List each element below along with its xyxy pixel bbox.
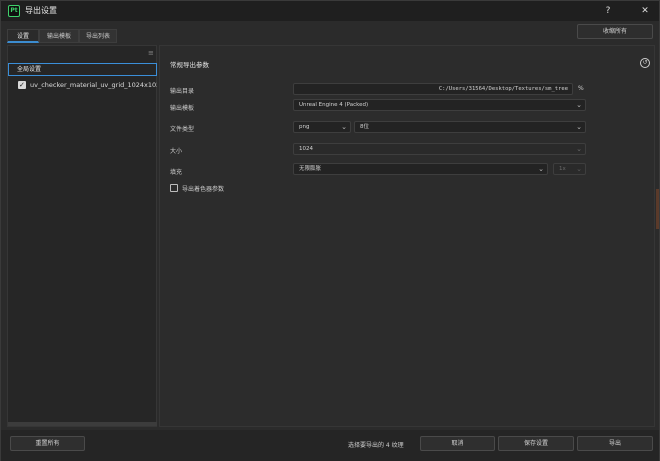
collapse-all-button[interactable]: 收缩所有: [577, 24, 653, 39]
padding-value: 无限膨胀: [299, 166, 322, 172]
help-button[interactable]: ?: [601, 4, 615, 18]
reset-icon[interactable]: ↺: [640, 58, 650, 68]
settings-panel: 常规导出参数 ↺ 输出目录 C:/Users/31564/Desktop/Tex…: [159, 45, 655, 427]
chevron-down-icon: ⌄: [538, 165, 544, 173]
tab-export-list[interactable]: 导出列表: [79, 29, 117, 43]
export-settings-window: Pt 导出设置 ? ✕ 设置 输出模板 导出列表 收缩所有 ≡ 全局设置 uv_…: [0, 0, 660, 461]
chevron-down-icon: ⌄: [576, 123, 582, 131]
filter-icon[interactable]: ≡: [148, 49, 154, 57]
chevron-down-icon: ⌄: [341, 123, 347, 131]
bit-depth-value: 8位: [360, 124, 369, 130]
padding-select[interactable]: 无限膨胀 ⌄: [293, 163, 548, 175]
export-shader-params-row[interactable]: 导出着色器参数: [170, 183, 224, 195]
output-template-value: Unreal Engine 4 (Packed): [299, 102, 369, 108]
tree-item-global-settings[interactable]: 全局设置: [8, 63, 157, 76]
output-dir-field[interactable]: C:/Users/31564/Desktop/Textures/sm_tree: [293, 83, 573, 95]
size-value: 1024: [299, 146, 313, 152]
texture-set-panel: ≡ 全局设置 uv_checker_material_uv_grid_1024x…: [7, 45, 157, 427]
tab-output-templates[interactable]: 输出模板: [39, 29, 79, 43]
chevron-down-icon: ⌄: [576, 145, 582, 153]
reset-all-button[interactable]: 重置所有: [10, 436, 85, 451]
window-edge-accent: [656, 189, 659, 229]
tab-settings[interactable]: 设置: [7, 29, 39, 43]
output-template-select[interactable]: Unreal Engine 4 (Packed) ⌄: [293, 99, 586, 111]
cancel-button[interactable]: 取消: [420, 436, 495, 451]
footer-bar: 重置所有 选择要导出的 4 纹理 取消 保存设置 导出: [1, 430, 659, 461]
export-button[interactable]: 导出: [577, 436, 653, 451]
texture-set-checkbox[interactable]: [18, 78, 26, 92]
padding-px-value: 1x: [559, 166, 566, 172]
close-button[interactable]: ✕: [638, 4, 652, 18]
output-template-label: 输出模板: [170, 105, 195, 112]
padding-px-select: 1x ⌄: [553, 163, 586, 175]
file-type-label: 文件类型: [170, 126, 195, 133]
file-type-value: png: [299, 124, 310, 130]
chevron-down-icon: ⌄: [576, 101, 582, 109]
texture-set-label: uv_checker_material_uv_grid_1024x1024: [30, 81, 157, 89]
title-bar: Pt 导出设置 ? ✕: [1, 1, 659, 21]
app-logo-icon: Pt: [8, 5, 20, 17]
export-status-text: 选择要导出的 4 纹理: [348, 442, 404, 449]
size-label: 大小: [170, 148, 183, 155]
tree-item-texture-set[interactable]: uv_checker_material_uv_grid_1024x1024: [8, 78, 157, 92]
output-dir-label: 输出目录: [170, 88, 195, 95]
section-title: 常规导出参数: [170, 61, 209, 69]
padding-label: 填充: [170, 169, 183, 176]
chevron-down-icon: ⌄: [576, 165, 582, 173]
file-type-select[interactable]: png ⌄: [293, 121, 351, 133]
export-shader-params-checkbox[interactable]: [170, 184, 178, 192]
export-shader-params-label: 导出着色器参数: [182, 186, 225, 193]
size-select[interactable]: 1024 ⌄: [293, 143, 586, 155]
bit-depth-select[interactable]: 8位 ⌄: [354, 121, 586, 133]
browse-folder-button[interactable]: %: [578, 85, 584, 92]
horizontal-scrollbar[interactable]: [8, 422, 157, 426]
window-title: 导出设置: [25, 6, 57, 15]
save-settings-button[interactable]: 保存设置: [498, 436, 574, 451]
